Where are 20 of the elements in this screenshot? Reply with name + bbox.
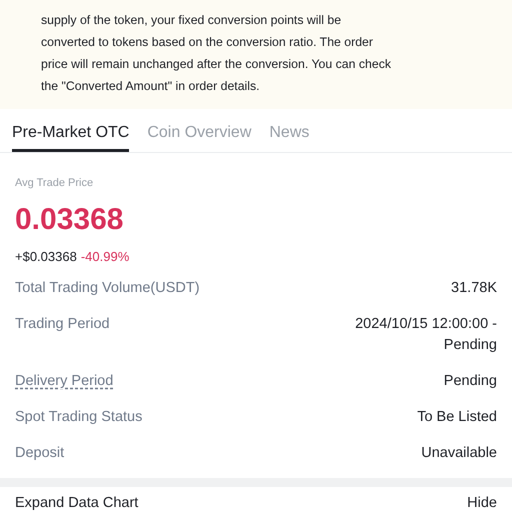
- detail-value: Pending: [444, 372, 497, 391]
- detail-value: 31.78K: [451, 279, 497, 298]
- price-label: Avg Trade Price: [15, 177, 94, 189]
- detail-label: Trading Period: [15, 315, 110, 334]
- detail-value: To Be Listed: [417, 408, 497, 427]
- detail-label: Deposit: [15, 444, 64, 463]
- detail-value: Unavailable: [421, 444, 497, 463]
- hide-link[interactable]: Hide: [467, 495, 497, 511]
- detail-value: 2024/10/15 12:00:00 - Pending: [355, 315, 497, 355]
- notice-text: supply of the token, your fixed conversion points will be converted to tokens based on the conversion ratio. The order price will remain unchanged after the conversion. You can check the "Converted Amount" in order details.: [41, 12, 392, 95]
- detail-label: Spot Trading Status: [15, 408, 142, 427]
- price-change: +$0.03368: [15, 249, 77, 264]
- tab[interactable]: Coin Overview: [147, 121, 252, 152]
- price-value: 0.03368: [15, 203, 124, 237]
- tab[interactable]: News: [269, 121, 310, 152]
- detail-link[interactable]: Delivery Period: [15, 371, 114, 392]
- tab[interactable]: Pre-Market OTC: [12, 121, 130, 152]
- price-change-percent: -40.99%: [80, 249, 130, 264]
- section-title: Expand Data Chart: [15, 495, 138, 511]
- detail-label: Total Trading Volume(USDT): [15, 279, 200, 298]
